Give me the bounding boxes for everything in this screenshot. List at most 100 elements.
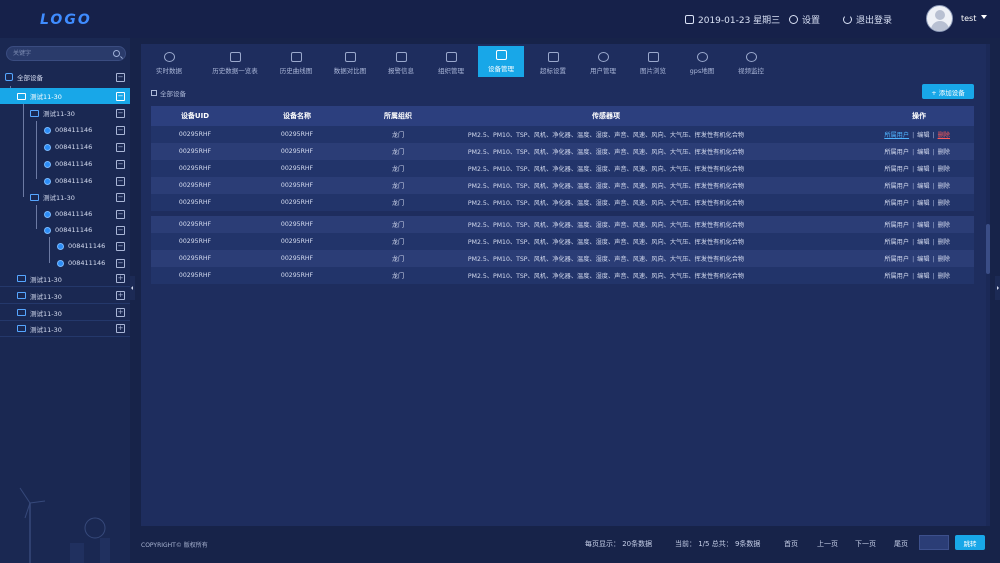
view-users-link[interactable]: 所属用户 xyxy=(884,273,909,280)
tree-node[interactable]: 008411146 − xyxy=(0,156,130,172)
tree-node[interactable]: 测试11-30 − xyxy=(0,189,130,205)
view-users-link[interactable]: 所属用户 xyxy=(884,183,909,190)
table-row[interactable]: 00295RHF 00295RHF 龙门 PM2.5、PM10、TSP、风机、净化器、… xyxy=(151,216,974,233)
next-page-button[interactable]: 下一页 xyxy=(855,539,876,549)
user-name[interactable]: test xyxy=(961,14,976,23)
table-row[interactable]: 00295RHF 00295RHF 龙门 PM2.5、PM10、TSP、风机、净化器、… xyxy=(151,250,974,267)
search-input[interactable] xyxy=(7,47,125,60)
tree-node[interactable]: 测试11-30 + xyxy=(0,321,130,337)
edit-link[interactable]: 编辑 xyxy=(917,200,929,207)
delete-link[interactable]: 删除 xyxy=(938,200,950,207)
edit-link[interactable]: 编辑 xyxy=(917,183,929,190)
tree-node[interactable]: 008411146 − xyxy=(0,139,130,155)
delete-link[interactable]: 删除 xyxy=(938,149,950,156)
table-row[interactable]: 00295RHF 00295RHF 龙门 PM2.5、PM10、TSP、风机、净化器、… xyxy=(151,126,974,143)
expand-toggle[interactable]: + xyxy=(116,308,125,317)
table-row[interactable]: 00295RHF 00295RHF 龙门 PM2.5、PM10、TSP、风机、净化器、… xyxy=(151,267,974,284)
scrollbar[interactable] xyxy=(986,44,990,526)
collapse-toggle[interactable]: − xyxy=(116,142,125,152)
right-panel-handle[interactable] xyxy=(995,276,1000,300)
expand-toggle[interactable]: + xyxy=(116,274,125,283)
tree-node[interactable]: 测试11-30 − xyxy=(0,88,130,104)
tab-image-browse[interactable]: 图片浏览 xyxy=(633,48,673,77)
tab-history-table[interactable]: 历史数据一览表 xyxy=(207,48,263,77)
edit-link[interactable]: 编辑 xyxy=(917,132,929,139)
tree-node[interactable]: 测试11-30 + xyxy=(0,271,130,287)
delete-link[interactable]: 删除 xyxy=(938,256,950,263)
tree-node[interactable]: 008411146 − xyxy=(0,222,130,238)
tab-history-curve[interactable]: 历史曲线图 xyxy=(274,48,318,77)
collapse-toggle[interactable]: − xyxy=(116,225,125,235)
tree-node[interactable]: 008411146 − xyxy=(0,122,130,138)
delete-link[interactable]: 删除 xyxy=(938,132,950,139)
delete-link[interactable]: 删除 xyxy=(938,166,950,173)
add-device-button[interactable]: + 添加设备 xyxy=(922,84,974,99)
collapse-toggle[interactable]: − xyxy=(116,192,125,202)
delete-link[interactable]: 删除 xyxy=(938,222,950,229)
view-users-link[interactable]: 所属用户 xyxy=(884,200,909,207)
cell-name: 00295RHF xyxy=(280,255,314,262)
view-users-link[interactable]: 所属用户 xyxy=(884,149,909,156)
sidebar-collapse-handle[interactable] xyxy=(130,276,135,300)
chevron-down-icon[interactable] xyxy=(981,15,987,19)
search-icon[interactable] xyxy=(113,50,120,57)
collapse-toggle[interactable]: − xyxy=(116,91,125,101)
collapse-toggle[interactable]: − xyxy=(116,258,125,268)
edit-link[interactable]: 编辑 xyxy=(917,166,929,173)
delete-link[interactable]: 删除 xyxy=(938,239,950,246)
tab-organization[interactable]: 组织管理 xyxy=(431,48,471,77)
collapse-toggle[interactable]: − xyxy=(116,72,125,82)
collapse-toggle[interactable]: − xyxy=(116,176,125,186)
tab-device-management[interactable]: 设备管理 xyxy=(478,46,524,77)
settings-button[interactable]: 设置 xyxy=(789,13,820,26)
tab-alarm[interactable]: 报警信息 xyxy=(381,48,421,77)
tree-node[interactable]: 008411146 − xyxy=(0,206,130,222)
first-page-button[interactable]: 首页 xyxy=(784,539,798,549)
tree-node[interactable]: 测试11-30 + xyxy=(0,288,130,304)
tab-gps-map[interactable]: gps地图 xyxy=(683,48,721,77)
view-users-link[interactable]: 所属用户 xyxy=(884,132,909,139)
tab-video[interactable]: 视频监控 xyxy=(731,48,771,77)
view-users-link[interactable]: 所属用户 xyxy=(884,166,909,173)
last-page-button[interactable]: 尾页 xyxy=(894,539,908,549)
edit-link[interactable]: 编辑 xyxy=(917,273,929,280)
collapse-toggle[interactable]: − xyxy=(116,159,125,169)
collapse-toggle[interactable]: − xyxy=(116,241,125,251)
tab-user-management[interactable]: 用户管理 xyxy=(583,48,623,77)
delete-link[interactable]: 删除 xyxy=(938,273,950,280)
collapse-toggle[interactable]: − xyxy=(116,209,125,219)
view-users-link[interactable]: 所属用户 xyxy=(884,222,909,229)
edit-link[interactable]: 编辑 xyxy=(917,222,929,229)
tab-realtime[interactable]: 实时数据 xyxy=(149,48,189,77)
edit-link[interactable]: 编辑 xyxy=(917,239,929,246)
tab-threshold[interactable]: 超标设置 xyxy=(533,48,573,77)
delete-link[interactable]: 删除 xyxy=(938,183,950,190)
jump-button[interactable]: 跳转 xyxy=(955,535,985,550)
table-row[interactable]: 00295RHF 00295RHF 龙门 PM2.5、PM10、TSP、风机、净化器、… xyxy=(151,143,974,160)
tree-node[interactable]: 测试11-30 + xyxy=(0,305,130,321)
collapse-toggle[interactable]: − xyxy=(116,125,125,135)
view-users-link[interactable]: 所属用户 xyxy=(884,256,909,263)
sensor-icon xyxy=(57,259,64,267)
prev-page-button[interactable]: 上一页 xyxy=(817,539,838,549)
collapse-toggle[interactable]: − xyxy=(116,108,125,118)
edit-link[interactable]: 编辑 xyxy=(917,149,929,156)
expand-toggle[interactable]: + xyxy=(116,291,125,300)
tree-node[interactable]: 测试11-30 − xyxy=(0,105,130,121)
tab-data-compare[interactable]: 数据对比图 xyxy=(328,48,372,77)
table-row[interactable]: 00295RHF 00295RHF 龙门 PM2.5、PM10、TSP、风机、净化器、… xyxy=(151,233,974,250)
view-users-link[interactable]: 所属用户 xyxy=(884,239,909,246)
table-row[interactable]: 00295RHF 00295RHF 龙门 PM2.5、PM10、TSP、风机、净化器、… xyxy=(151,177,974,194)
logout-button[interactable]: 退出登录 xyxy=(843,13,892,26)
tree-node[interactable]: 008411146 − xyxy=(0,173,130,189)
tree-node[interactable]: 008411146 − xyxy=(0,255,130,271)
tree-node[interactable]: 008411146 − xyxy=(0,238,130,254)
table-row[interactable]: 00295RHF 00295RHF 龙门 PM2.5、PM10、TSP、风机、净化器、… xyxy=(151,194,974,211)
scroll-thumb[interactable] xyxy=(986,224,990,274)
page-number-input[interactable] xyxy=(919,535,949,550)
avatar[interactable] xyxy=(926,5,953,32)
tree-root[interactable]: 全部设备 − xyxy=(0,69,130,85)
expand-toggle[interactable]: + xyxy=(116,324,125,333)
table-row[interactable]: 00295RHF 00295RHF 龙门 PM2.5、PM10、TSP、风机、净化器、… xyxy=(151,160,974,177)
edit-link[interactable]: 编辑 xyxy=(917,256,929,263)
